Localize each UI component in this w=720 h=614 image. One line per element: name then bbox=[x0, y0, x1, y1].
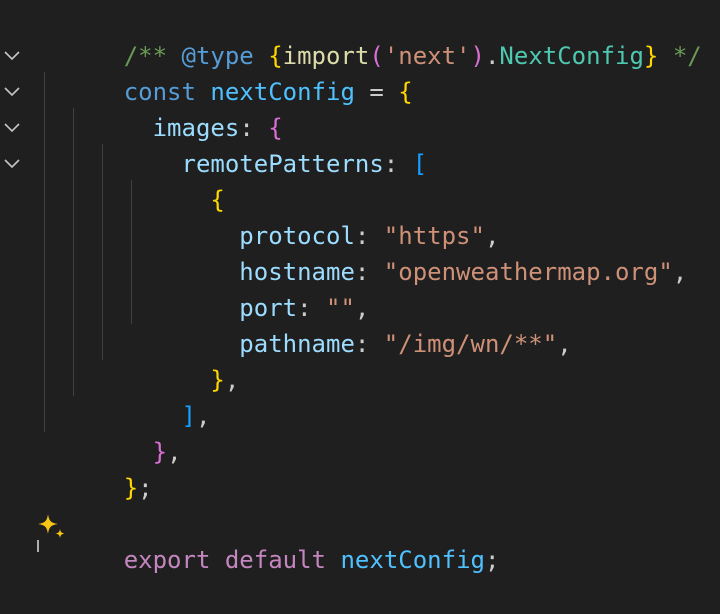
export-keyword: export bbox=[123, 546, 211, 574]
code-line-15[interactable]: export default nextConfig; bbox=[0, 506, 720, 574]
code-editor[interactable]: /** @type {import('next').NextConfig} */… bbox=[0, 0, 720, 574]
chevron-down-icon[interactable] bbox=[4, 49, 20, 63]
code-line-14[interactable] bbox=[0, 470, 720, 506]
default-keyword: default bbox=[224, 546, 327, 574]
code-line-6[interactable]: protocol: "https", bbox=[0, 182, 720, 250]
code-line-2[interactable]: const nextConfig = { bbox=[0, 38, 720, 106]
code-line-12[interactable]: }, bbox=[0, 398, 720, 466]
chevron-down-icon[interactable] bbox=[4, 121, 20, 135]
code-line-4[interactable]: remotePatterns: [ bbox=[0, 110, 720, 178]
code-line-13[interactable]: }; bbox=[0, 434, 720, 502]
chevron-down-icon[interactable] bbox=[4, 157, 20, 171]
code-line-7[interactable]: hostname: "openweathermap.org", bbox=[0, 218, 720, 286]
chevron-down-icon[interactable] bbox=[4, 85, 20, 99]
code-line-11[interactable]: ], bbox=[0, 362, 720, 430]
variable-name: nextConfig bbox=[340, 546, 485, 574]
code-line-3[interactable]: images: { bbox=[0, 74, 720, 142]
code-line-10[interactable]: }, bbox=[0, 326, 720, 394]
code-line-1[interactable]: /** @type {import('next').NextConfig} */ bbox=[0, 2, 720, 70]
code-line-8[interactable]: port: "", bbox=[0, 254, 720, 322]
code-line-9[interactable]: pathname: "/img/wn/**", bbox=[0, 290, 720, 358]
semicolon: ; bbox=[484, 546, 500, 574]
code-line-5[interactable]: { bbox=[0, 146, 720, 214]
text-cursor bbox=[37, 540, 39, 552]
sparkle-icon[interactable] bbox=[36, 511, 68, 543]
